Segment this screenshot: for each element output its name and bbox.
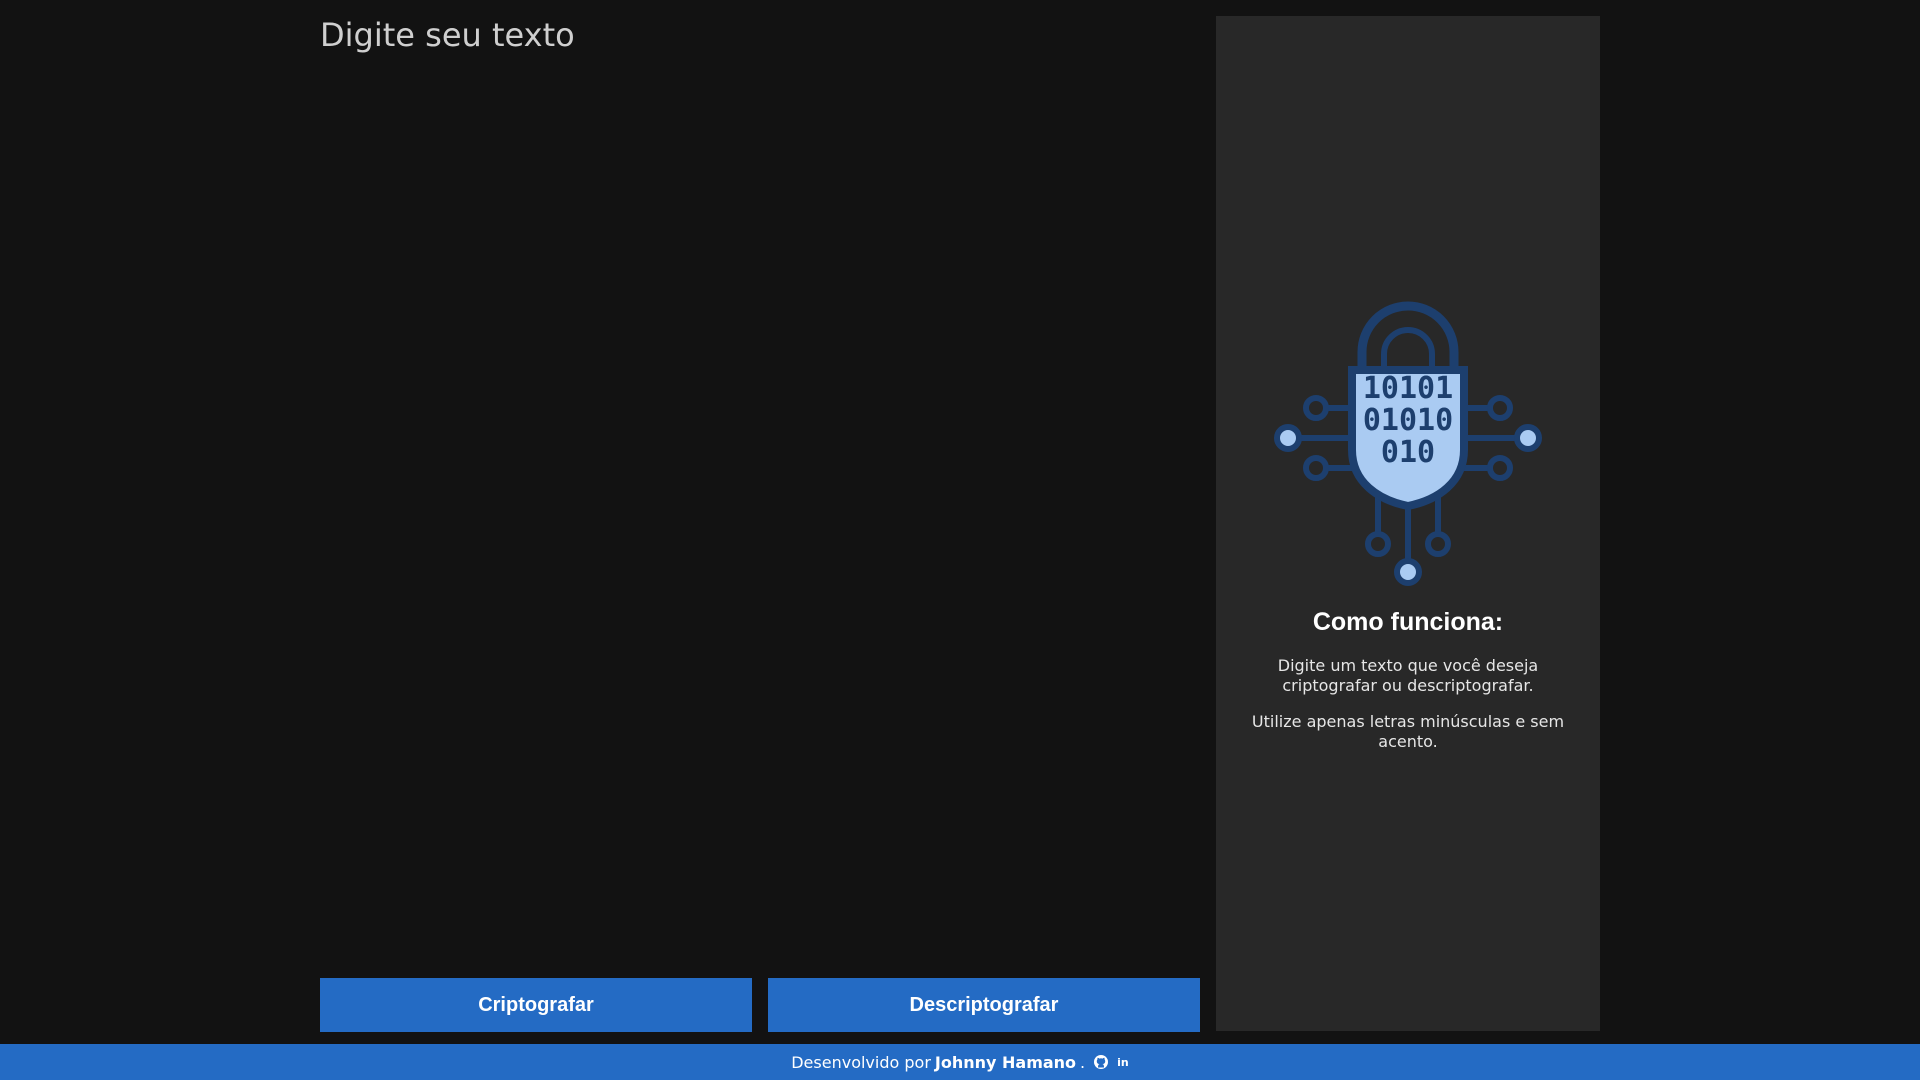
info-panel: 10101 01010 010 Como funciona: Digite um… (1216, 16, 1600, 1031)
github-icon[interactable] (1093, 1054, 1109, 1070)
text-input-area (320, 16, 1200, 960)
encrypt-button[interactable]: Criptografar (320, 978, 752, 1032)
binary-lock-icon: 10101 01010 010 (1274, 301, 1542, 586)
linkedin-icon[interactable]: in (1117, 1056, 1129, 1069)
footer-prefix: Desenvolvido por (791, 1052, 931, 1072)
footer-suffix: . (1080, 1052, 1086, 1072)
footer-author: Johnny Hamano (934, 1052, 1077, 1072)
decrypt-button[interactable]: Descriptografar (768, 978, 1200, 1032)
footer: Desenvolvido por Johnny Hamano. in (0, 1044, 1920, 1080)
instructions-paragraph-1: Digite um texto que você deseja criptogr… (1277, 656, 1539, 695)
page: Criptografar Descriptografar (0, 0, 1920, 1080)
binary-row-2: 01010 (1363, 403, 1453, 438)
binary-row-3: 010 (1381, 435, 1435, 470)
panel-title: Como funciona: (1312, 608, 1504, 636)
binary-row-1: 10101 (1363, 371, 1453, 406)
instructions-paragraph-2: Utilize apenas letras minúsculas e sem a… (1251, 712, 1565, 751)
action-buttons: Criptografar Descriptografar (320, 978, 1200, 1032)
text-input[interactable] (320, 16, 1200, 960)
